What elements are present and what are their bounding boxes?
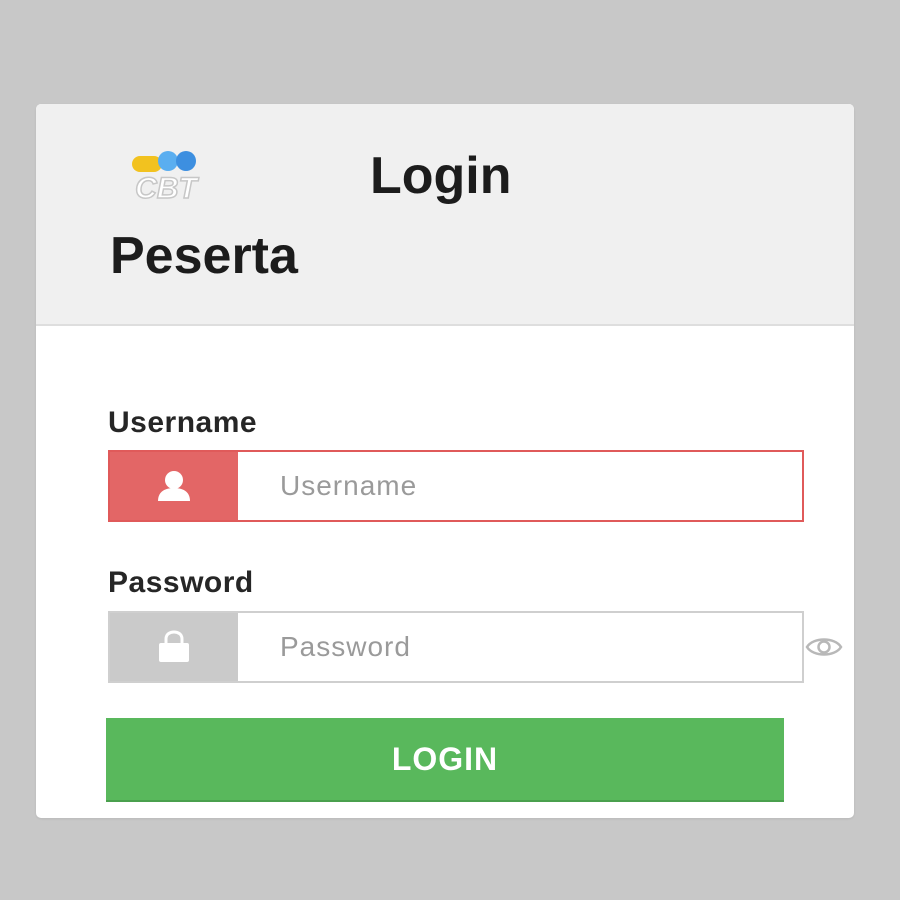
login-card: CBT Login Peserta Username Password LOGI… [36,104,854,818]
password-label: Password [108,566,254,599]
cbt-logo: CBT [132,151,200,206]
username-label: Username [108,406,258,439]
svg-text:CBT: CBT [135,172,199,205]
eye-icon[interactable] [804,632,844,662]
card-header: CBT Login Peserta [36,104,854,326]
password-addon [110,613,238,681]
password-input-group [108,611,804,683]
login-button[interactable]: LOGIN [106,718,784,800]
page-title-line2: Peserta [110,227,298,285]
user-icon [158,471,190,501]
page-title-line1: Login [370,147,512,205]
lock-icon [159,630,189,662]
username-addon [110,452,238,520]
username-input-group [108,450,804,522]
password-input[interactable] [238,613,802,681]
username-input[interactable] [238,452,802,520]
